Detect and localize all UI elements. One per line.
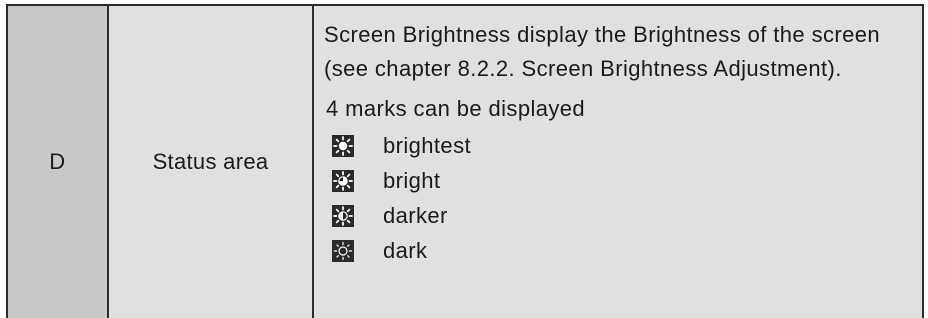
mark-label: darker	[383, 202, 448, 228]
list-item: darker	[332, 198, 910, 233]
sun-half-icon	[332, 204, 354, 227]
row-id: D	[49, 149, 66, 174]
sun-three-quarter-icon	[332, 169, 354, 192]
mark-label: brightest	[383, 132, 471, 158]
list-item: bright	[332, 163, 910, 198]
marks-title: 4 marks can be displayed	[326, 96, 586, 121]
mark-label: bright	[383, 167, 441, 193]
list-item: brightest	[332, 128, 910, 163]
row-name-cell: Status area	[109, 6, 314, 318]
list-item: dark	[332, 233, 910, 268]
mark-label: dark	[383, 237, 428, 263]
row-id-cell: D	[8, 6, 109, 318]
brightness-table-row: D Status area Screen Brightness display …	[6, 4, 924, 318]
sun-full-icon	[332, 134, 354, 157]
sun-empty-icon	[332, 239, 354, 262]
brightness-mark-list: brightest bright darker dark	[324, 128, 910, 268]
row-description-cell: Screen Brightness display the Brightness…	[314, 6, 922, 318]
row-name: Status area	[152, 149, 269, 174]
row-description: Screen Brightness display the Brightness…	[324, 22, 881, 81]
